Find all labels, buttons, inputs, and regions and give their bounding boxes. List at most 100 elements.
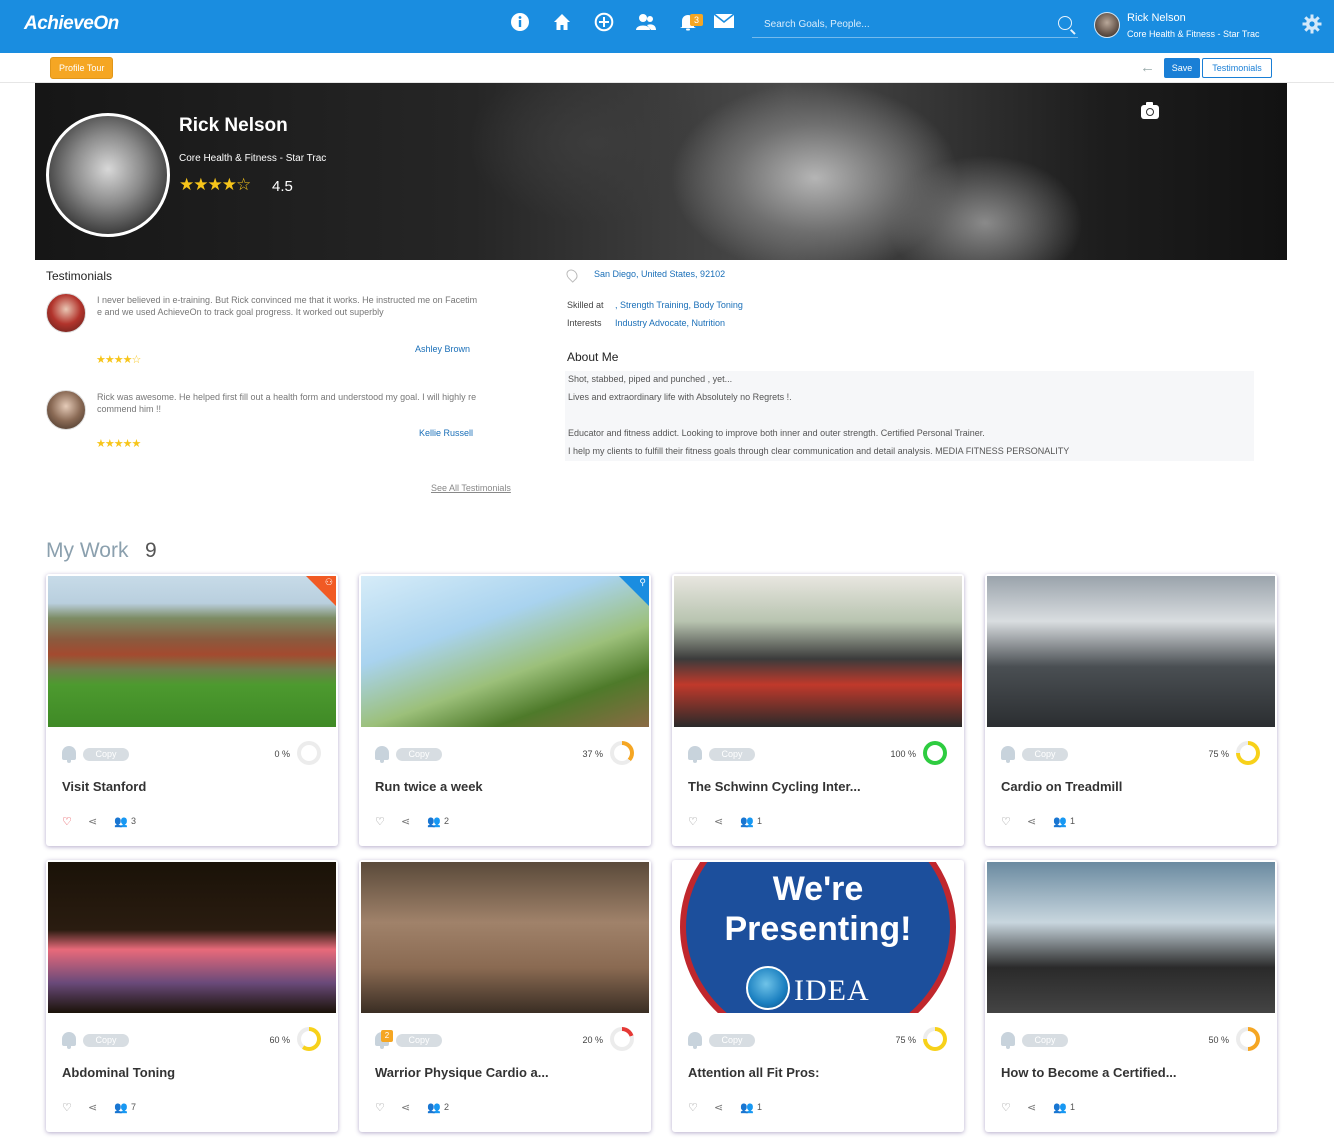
progress-ring (610, 1027, 634, 1051)
goal-title[interactable]: The Schwinn Cycling Inter... (688, 779, 861, 794)
goal-card[interactable]: Copy 60 % Abdominal Toning ♡ ⋖ 👥 7 (46, 860, 338, 1132)
share-icon[interactable]: ⋖ (1027, 1101, 1036, 1114)
progress-percent: 0 % (274, 749, 290, 759)
add-goal-icon[interactable] (592, 12, 616, 36)
goal-title[interactable]: How to Become a Certified... (1001, 1065, 1177, 1080)
profile-photo[interactable] (46, 113, 170, 237)
save-button[interactable]: Save (1164, 58, 1200, 78)
goal-image[interactable] (674, 576, 962, 727)
goal-image[interactable] (361, 862, 649, 1013)
participants-icon[interactable]: 👥 (740, 815, 754, 828)
gear-icon[interactable] (1302, 14, 1322, 39)
heart-icon[interactable]: ♡ (375, 1101, 385, 1114)
profile-name: Rick Nelson (179, 115, 288, 136)
share-icon[interactable]: ⋖ (401, 815, 410, 828)
heart-icon[interactable]: ♡ (62, 815, 72, 828)
bell-icon[interactable] (688, 1032, 702, 1049)
goal-title[interactable]: Run twice a week (375, 779, 483, 794)
testimonial-avatar[interactable] (46, 390, 86, 430)
bell-icon[interactable] (688, 746, 702, 763)
participants-icon[interactable]: 👥 (114, 815, 128, 828)
goal-image[interactable] (987, 576, 1275, 727)
goal-title[interactable]: Abdominal Toning (62, 1065, 175, 1080)
participants-icon[interactable]: 👥 (114, 1101, 128, 1114)
testimonial-author[interactable]: Kellie Russell (419, 428, 473, 438)
camera-icon[interactable] (1141, 102, 1159, 119)
goal-card[interactable]: ⚇ Copy 0 % Visit Stanford ♡ ⋖ 👥 3 (46, 574, 338, 846)
share-icon[interactable]: ⋖ (88, 1101, 97, 1114)
goal-card[interactable]: 2 Copy 20 % Warrior Physique Cardio a...… (359, 860, 651, 1132)
back-arrow-icon[interactable]: ← (1140, 59, 1155, 76)
heart-icon[interactable]: ♡ (1001, 815, 1011, 828)
share-icon[interactable]: ⋖ (88, 815, 97, 828)
participants-icon[interactable]: 👥 (1053, 815, 1067, 828)
copy-button[interactable]: Copy (709, 1034, 755, 1047)
goal-title[interactable]: Visit Stanford (62, 779, 146, 794)
copy-button[interactable]: Copy (709, 748, 755, 761)
goal-image[interactable] (987, 862, 1275, 1013)
app-logo[interactable]: AchieveOn (24, 13, 119, 35)
location-text[interactable]: San Diego, United States, 92102 (594, 269, 725, 279)
goal-title[interactable]: Cardio on Treadmill (1001, 779, 1122, 794)
location-pin-icon (564, 267, 580, 283)
info-icon[interactable] (508, 12, 532, 36)
copy-button[interactable]: Copy (83, 748, 129, 761)
profile-tour-button[interactable]: Profile Tour (50, 57, 114, 79)
participants-icon[interactable]: 👥 (1053, 1101, 1067, 1114)
copy-button[interactable]: Copy (1022, 1034, 1068, 1047)
user-avatar[interactable] (1094, 12, 1120, 38)
skilled-value[interactable]: , Strength Training, Body Toning (615, 300, 743, 310)
heart-icon[interactable]: ♡ (375, 815, 385, 828)
goal-image[interactable]: ⚇ (48, 576, 336, 727)
goal-card[interactable]: ⚲ Copy 37 % Run twice a week ♡ ⋖ 👥 2 (359, 574, 651, 846)
testimonial-avatar[interactable] (46, 293, 86, 333)
badge-icon: ⚲ (639, 577, 646, 587)
goal-card[interactable]: Copy 50 % How to Become a Certified... ♡… (985, 860, 1277, 1132)
interests-label: Interests (567, 318, 602, 328)
goal-image[interactable]: ⚲ (361, 576, 649, 727)
heart-icon[interactable]: ♡ (688, 1101, 698, 1114)
bell-icon[interactable] (1001, 746, 1015, 763)
goal-card[interactable]: We're Presenting! IDEA Copy 75 % Attenti… (672, 860, 964, 1132)
goal-card[interactable]: Copy 75 % Cardio on Treadmill ♡ ⋖ 👥 1 (985, 574, 1277, 846)
about-line: Shot, stabbed, piped and punched , yet..… (568, 374, 733, 384)
copy-button[interactable]: Copy (396, 748, 442, 761)
bell-icon[interactable] (1001, 1032, 1015, 1049)
participants-icon[interactable]: 👥 (740, 1101, 754, 1114)
copy-button[interactable]: Copy (83, 1034, 129, 1047)
bell-icon[interactable] (62, 1032, 76, 1049)
messages-icon[interactable] (712, 12, 736, 36)
user-name[interactable]: Rick Nelson (1127, 12, 1186, 24)
testimonial-author[interactable]: Ashley Brown (415, 344, 470, 354)
bell-icon[interactable] (62, 746, 76, 763)
heart-icon[interactable]: ♡ (1001, 1101, 1011, 1114)
goal-card[interactable]: Copy 100 % The Schwinn Cycling Inter... … (672, 574, 964, 846)
people-icon[interactable] (634, 12, 658, 36)
heart-icon[interactable]: ♡ (688, 815, 698, 828)
search-input[interactable] (752, 11, 1042, 37)
goal-image[interactable] (48, 862, 336, 1013)
goal-image[interactable]: We're Presenting! IDEA (674, 862, 962, 1013)
share-icon[interactable]: ⋖ (401, 1101, 410, 1114)
bell-icon[interactable] (375, 746, 389, 763)
share-icon[interactable]: ⋖ (714, 1101, 723, 1114)
see-all-testimonials-link[interactable]: See All Testimonials (431, 483, 511, 493)
interests-value[interactable]: Industry Advocate, Nutrition (615, 318, 725, 328)
progress-percent: 60 % (269, 1035, 290, 1045)
copy-button[interactable]: Copy (396, 1034, 442, 1047)
share-icon[interactable]: ⋖ (714, 815, 723, 828)
testimonials-button[interactable]: Testimonials (1202, 58, 1272, 78)
home-icon[interactable] (550, 12, 574, 36)
presenting-text: Presenting! (724, 910, 912, 948)
participants-icon[interactable]: 👥 (427, 815, 441, 828)
profile-rating-stars: ★★★★☆ (179, 175, 251, 194)
participants-icon[interactable]: 👥 (427, 1101, 441, 1114)
progress-percent: 75 % (1208, 749, 1229, 759)
copy-button[interactable]: Copy (1022, 748, 1068, 761)
search-icon[interactable] (1058, 16, 1072, 30)
goal-title[interactable]: Warrior Physique Cardio a... (375, 1065, 549, 1080)
goal-title[interactable]: Attention all Fit Pros: (688, 1065, 819, 1080)
heart-icon[interactable]: ♡ (62, 1101, 72, 1114)
share-icon[interactable]: ⋖ (1027, 815, 1036, 828)
notification-count-badge: 3 (690, 14, 703, 26)
